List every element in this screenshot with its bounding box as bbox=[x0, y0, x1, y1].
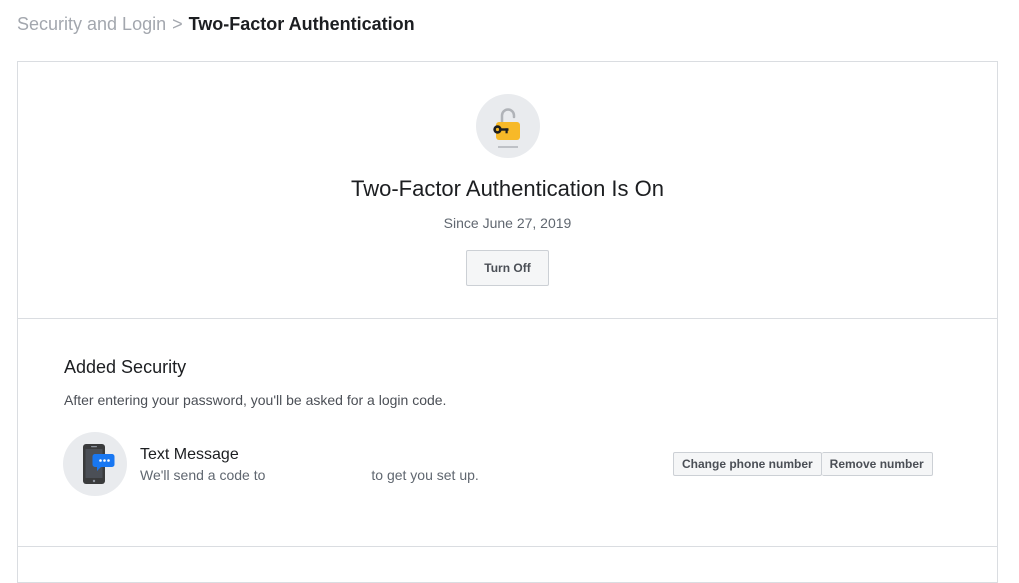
two-factor-panel: Two-Factor Authentication Is On Since Ju… bbox=[17, 61, 998, 583]
method-desc-before: We'll send a code to bbox=[140, 467, 266, 483]
phone-actions: Change phone number Remove number bbox=[673, 452, 933, 476]
unlocked-padlock-key-icon bbox=[476, 94, 540, 158]
change-phone-number-button[interactable]: Change phone number bbox=[673, 452, 822, 476]
method-description: We'll send a code to to get you set up. bbox=[140, 466, 479, 484]
breadcrumb: Security and Login > Two-Factor Authentica… bbox=[17, 12, 415, 36]
added-security-heading: Added Security bbox=[64, 357, 187, 377]
breadcrumb-link-security-login[interactable]: Security and Login bbox=[17, 14, 166, 34]
phone-message-icon bbox=[63, 432, 127, 496]
breadcrumb-separator: > bbox=[172, 14, 183, 34]
turn-off-button[interactable]: Turn Off bbox=[466, 250, 549, 286]
status-since-date: Since June 27, 2019 bbox=[443, 215, 572, 231]
status-heading: Two-Factor Authentication Is On bbox=[350, 176, 665, 201]
added-security-description: After entering your password, you'll be … bbox=[64, 392, 447, 408]
page-title: Two-Factor Authentication bbox=[188, 14, 415, 34]
method-title: Text Message bbox=[140, 446, 239, 463]
status-section: Two-Factor Authentication Is On Since Ju… bbox=[18, 62, 997, 319]
added-security-section: Added Security After entering your passw… bbox=[18, 319, 997, 547]
method-desc-after: to get you set up. bbox=[371, 467, 479, 483]
remove-number-button[interactable]: Remove number bbox=[821, 452, 933, 476]
